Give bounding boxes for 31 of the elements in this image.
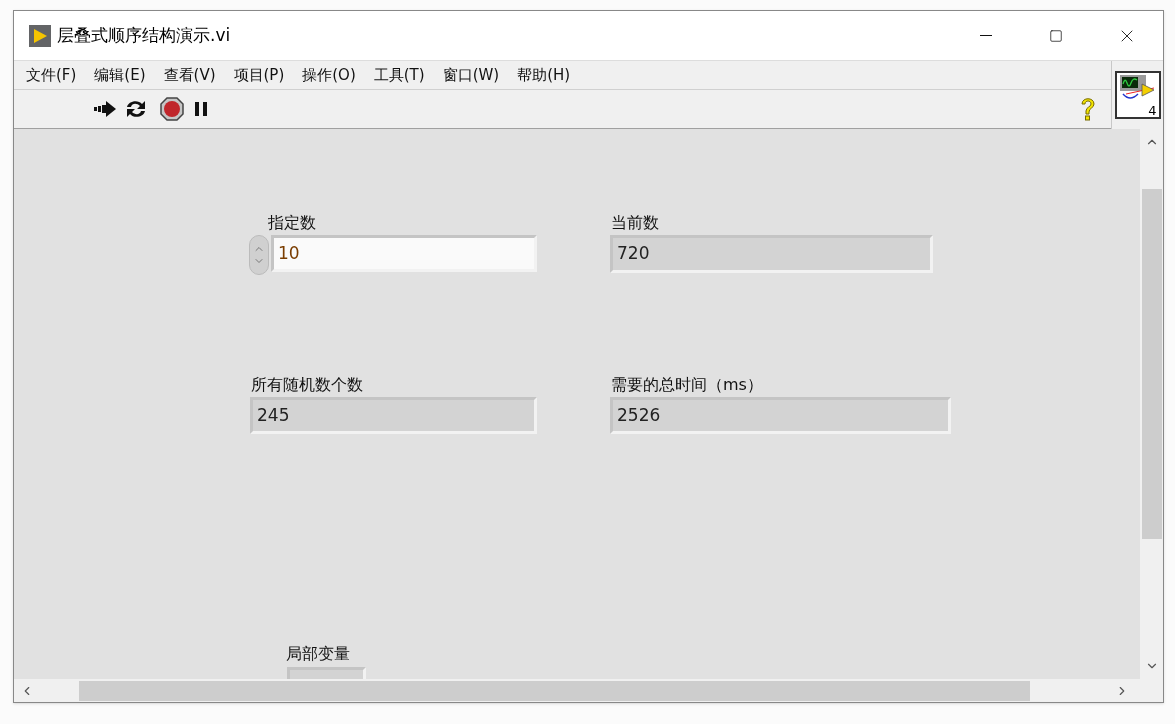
control-label: 所有随机数个数 — [251, 374, 363, 396]
window-title: 层叠式顺序结构演示.vi — [57, 23, 231, 47]
control-label: 局部变量 — [286, 643, 350, 665]
menu-item[interactable]: 编辑(E) — [86, 63, 154, 87]
help-icon[interactable] — [1079, 96, 1097, 122]
maximize-icon — [1049, 28, 1063, 43]
control-label: 指定数 — [268, 212, 316, 234]
numeric-indicator: 720 — [610, 235, 933, 273]
menu-item[interactable]: 窗口(W) — [434, 63, 508, 87]
menu-item[interactable]: 帮助(H) — [509, 63, 579, 87]
control-label: 当前数 — [611, 212, 659, 234]
scroll-thumb[interactable] — [1141, 189, 1162, 539]
pause-icon[interactable] — [194, 101, 208, 117]
connector-count: 4 — [1148, 104, 1157, 117]
numeric-indicator: 245 — [250, 397, 537, 434]
stop-icon[interactable] — [160, 97, 184, 121]
menu-item[interactable]: 工具(T) — [365, 63, 433, 87]
menu-item[interactable]: 文件(F) — [18, 63, 85, 87]
app-logo-icon — [29, 24, 51, 47]
minimize-icon — [980, 34, 992, 37]
menu-item[interactable]: 查看(V) — [155, 63, 224, 87]
scroll-thumb[interactable] — [79, 680, 1030, 701]
numeric-input[interactable]: 10 — [271, 235, 537, 272]
run-continuously-icon[interactable] — [124, 98, 148, 120]
spinner-arrows[interactable] — [249, 235, 269, 275]
control-label: 需要的总时间（ms） — [611, 374, 763, 396]
menu-item[interactable]: 操作(O) — [294, 63, 364, 87]
run-arrow-icon[interactable] — [94, 99, 118, 119]
horizontal-scrollbar[interactable] — [14, 679, 1163, 702]
numeric-indicator: 2526 — [610, 397, 951, 434]
menu-item[interactable]: 项目(P) — [225, 63, 293, 87]
